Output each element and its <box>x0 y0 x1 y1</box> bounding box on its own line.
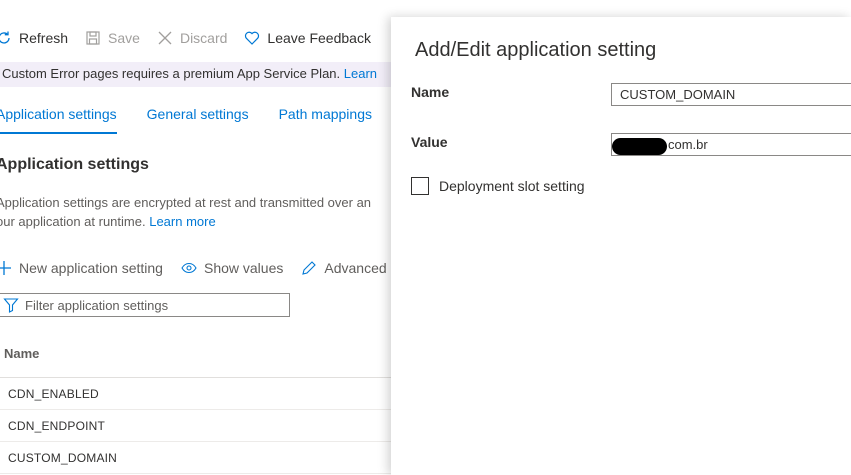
learn-more-link[interactable]: Learn more <box>149 214 215 229</box>
premium-plan-banner: Custom Error pages requires a premium Ap… <box>0 62 391 87</box>
advanced-edit-button[interactable]: Advanced <box>301 260 387 276</box>
section-description: Application settings are encrypted at re… <box>0 193 371 231</box>
refresh-button[interactable]: Refresh <box>0 30 68 46</box>
row-name: CDN_ENABLED <box>8 387 99 401</box>
save-icon <box>86 31 100 45</box>
filter-icon <box>3 298 19 313</box>
save-button[interactable]: Save <box>85 30 140 46</box>
name-label: Name <box>411 84 450 100</box>
column-header-name[interactable]: Name <box>4 346 39 361</box>
section-title: Application settings <box>0 156 149 173</box>
new-application-setting-button[interactable]: New application setting <box>0 260 163 276</box>
description-line-1: Application settings are encrypted at re… <box>0 195 372 210</box>
banner-learn-link[interactable]: Learn <box>344 66 377 81</box>
filter-input[interactable] <box>25 297 265 313</box>
show-values-button[interactable]: Show values <box>181 260 283 276</box>
leave-feedback-button[interactable]: Leave Feedback <box>244 30 371 46</box>
redaction-mark <box>612 138 667 155</box>
table-row[interactable]: CDN_ENDPOINT <box>0 410 391 442</box>
deployment-slot-label: Deployment slot setting <box>439 178 585 194</box>
row-name: CDN_ENDPOINT <box>8 419 106 433</box>
settings-tabs: Application settings General settings Pa… <box>0 106 391 134</box>
discard-label: Discard <box>179 30 228 46</box>
tab-path-mappings[interactable]: Path mappings <box>279 106 372 134</box>
settings-actions: New application setting Show values Adva… <box>0 260 391 276</box>
heart-icon <box>245 31 260 45</box>
command-bar: Refresh Save Discard Leave Feedback <box>0 28 388 48</box>
table-row[interactable]: CUSTOM_DOMAIN <box>0 442 391 474</box>
leave-feedback-label: Leave Feedback <box>267 30 371 46</box>
panel-title: Add/Edit application setting <box>415 39 657 61</box>
table-row[interactable]: CDN_ENABLED <box>0 378 391 410</box>
name-field[interactable] <box>611 83 851 106</box>
description-line-2: our application at runtime. Learn more <box>0 212 371 231</box>
discard-button[interactable]: Discard <box>157 30 227 46</box>
tab-application-settings[interactable]: Application settings <box>0 106 117 134</box>
app-settings-page: Refresh Save Discard Leave Feedback Cust… <box>0 0 391 475</box>
plus-icon <box>0 261 11 275</box>
save-label: Save <box>108 30 140 46</box>
filter-box <box>0 293 290 317</box>
row-name: CUSTOM_DOMAIN <box>8 451 118 465</box>
close-icon <box>158 31 172 45</box>
value-label: Value <box>411 134 448 150</box>
banner-text: Custom Error pages requires a premium Ap… <box>2 66 341 81</box>
refresh-label: Refresh <box>19 30 69 46</box>
advanced-label: Advanced <box>324 260 387 276</box>
pencil-icon <box>302 261 317 275</box>
new-setting-label: New application setting <box>19 260 163 276</box>
edit-setting-panel: Add/Edit application setting Name Value … <box>391 17 851 475</box>
deployment-slot-checkbox[interactable] <box>411 177 429 195</box>
deployment-slot-option: Deployment slot setting <box>411 177 585 195</box>
show-values-label: Show values <box>203 260 284 276</box>
refresh-icon <box>0 31 10 44</box>
tab-general-settings[interactable]: General settings <box>147 106 249 134</box>
eye-icon <box>181 262 197 274</box>
description-line-2-text: our application at runtime. <box>0 214 146 229</box>
